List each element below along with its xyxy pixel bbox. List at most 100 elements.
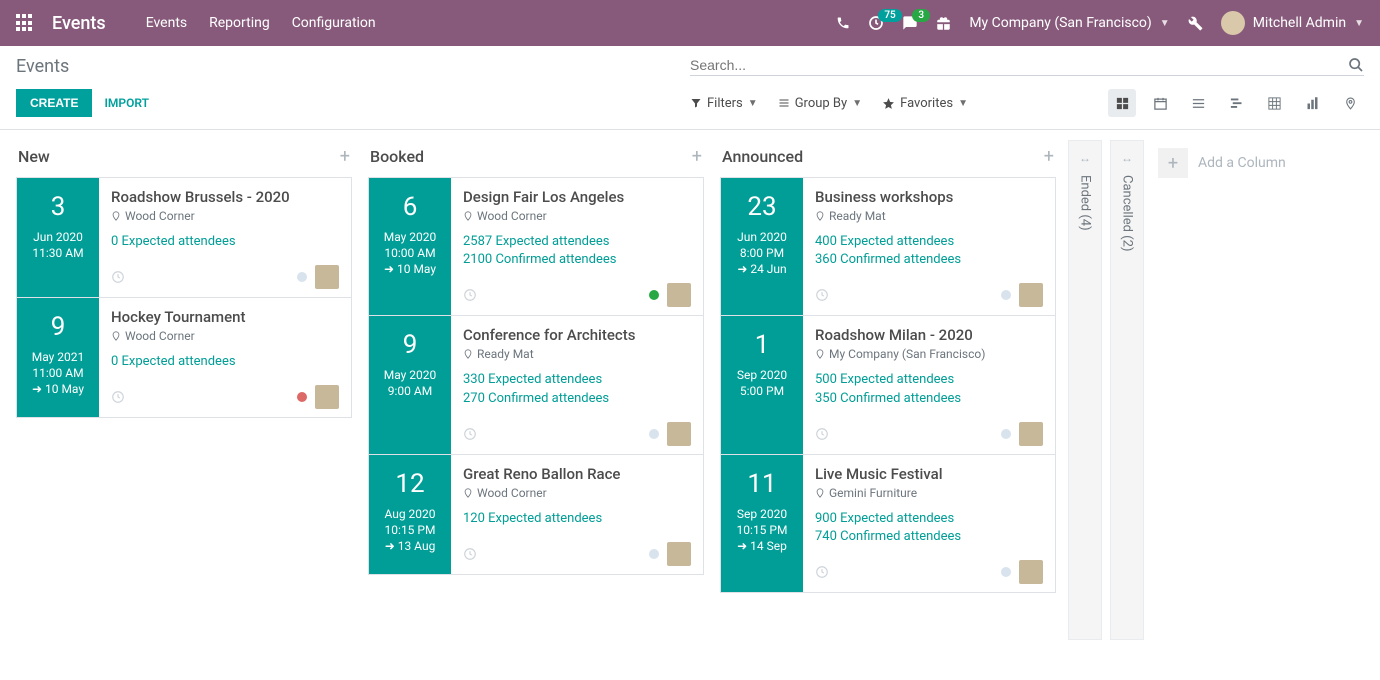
card-attendees: 400 Expected attendees360 Confirmed atte… xyxy=(815,233,1043,269)
activity-icon[interactable]: 75 xyxy=(868,15,884,31)
debug-icon[interactable] xyxy=(1188,16,1203,31)
menu-configuration[interactable]: Configuration xyxy=(292,15,376,31)
activity-clock-icon[interactable] xyxy=(463,427,477,441)
kanban-folded-column[interactable]: ↔ Ended (4) xyxy=(1068,140,1102,640)
search-bar[interactable] xyxy=(690,57,1364,76)
search-input[interactable] xyxy=(690,57,1348,73)
assignee-avatar[interactable] xyxy=(1019,560,1043,584)
column-quick-create-icon[interactable]: + xyxy=(1044,146,1054,167)
card-time: 9:00 AM xyxy=(388,384,432,398)
kanban-card[interactable]: 23 Jun 2020 8:00 PM ➜ 24 Jun Business wo… xyxy=(720,177,1056,316)
card-month: May 2021 xyxy=(32,350,85,364)
card-time: 10:15 PM xyxy=(385,523,436,537)
view-gantt-icon[interactable] xyxy=(1222,89,1250,117)
activity-clock-icon[interactable] xyxy=(111,390,125,404)
top-menu: Events Reporting Configuration xyxy=(146,15,376,31)
assignee-avatar[interactable] xyxy=(667,283,691,307)
kanban-card[interactable]: 12 Aug 2020 10:15 PM ➜ 13 Aug Great Reno… xyxy=(368,454,704,575)
assignee-avatar[interactable] xyxy=(667,542,691,566)
card-title: Hockey Tournament xyxy=(111,308,339,326)
view-graph-icon[interactable] xyxy=(1298,89,1326,117)
view-pivot-icon[interactable] xyxy=(1260,89,1288,117)
column-quick-create-icon[interactable]: + xyxy=(340,146,350,167)
card-attendees: 0 Expected attendees xyxy=(111,353,339,371)
card-time: 11:30 AM xyxy=(32,246,83,260)
card-title: Conference for Architects xyxy=(463,326,691,344)
activity-clock-icon[interactable] xyxy=(815,565,829,579)
card-title: Roadshow Milan - 2020 xyxy=(815,326,1043,344)
priority-dot[interactable] xyxy=(297,392,307,402)
activity-clock-icon[interactable] xyxy=(463,288,477,302)
kanban-card[interactable]: 6 May 2020 10:00 AM ➜ 10 May Design Fair… xyxy=(368,177,704,316)
card-title: Design Fair Los Angeles xyxy=(463,188,691,206)
card-time: 8:00 PM xyxy=(740,246,784,260)
phone-icon[interactable] xyxy=(836,16,850,30)
card-day: 6 xyxy=(403,192,418,222)
menu-reporting[interactable]: Reporting xyxy=(209,15,270,31)
activity-clock-icon[interactable] xyxy=(815,288,829,302)
card-date-block: 23 Jun 2020 8:00 PM ➜ 24 Jun xyxy=(721,178,803,315)
control-panel: Events CREATE IMPORT Filters ▼ Group By … xyxy=(0,46,1380,130)
apps-icon[interactable] xyxy=(16,14,34,32)
card-location: Wood Corner xyxy=(111,329,339,343)
card-attendees: 330 Expected attendees270 Confirmed atte… xyxy=(463,371,691,407)
column-title: Announced xyxy=(722,147,803,166)
view-switcher xyxy=(1108,89,1364,117)
card-attendees: 0 Expected attendees xyxy=(111,233,339,251)
favorites-button[interactable]: Favorites ▼ xyxy=(882,96,968,111)
user-menu[interactable]: Mitchell Admin ▼ xyxy=(1221,11,1364,35)
plus-icon: + xyxy=(1158,148,1188,178)
view-list-icon[interactable] xyxy=(1184,89,1212,117)
kanban-card[interactable]: 3 Jun 2020 11:30 AM Roadshow Brussels - … xyxy=(16,177,352,298)
activity-clock-icon[interactable] xyxy=(111,270,125,284)
priority-dot[interactable] xyxy=(1001,290,1011,300)
card-time: 10:15 PM xyxy=(737,523,788,537)
priority-dot[interactable] xyxy=(649,290,659,300)
folded-column-title: Cancelled (2) xyxy=(1120,175,1135,251)
menu-events[interactable]: Events xyxy=(146,15,187,31)
column-quick-create-icon[interactable]: + xyxy=(692,146,702,167)
company-switcher[interactable]: My Company (San Francisco) ▼ xyxy=(969,15,1169,31)
chevron-down-icon: ▼ xyxy=(748,98,758,109)
view-calendar-icon[interactable] xyxy=(1146,89,1174,117)
company-name: My Company (San Francisco) xyxy=(969,15,1151,31)
app-brand[interactable]: Events xyxy=(52,13,106,34)
priority-dot[interactable] xyxy=(1001,429,1011,439)
priority-dot[interactable] xyxy=(649,429,659,439)
assignee-avatar[interactable] xyxy=(315,385,339,409)
card-location: Ready Mat xyxy=(815,209,1043,223)
card-date-block: 9 May 2020 9:00 AM xyxy=(369,316,451,453)
assignee-avatar[interactable] xyxy=(667,422,691,446)
card-location: Ready Mat xyxy=(463,347,691,361)
messaging-icon[interactable]: 3 xyxy=(902,15,918,31)
filters-button[interactable]: Filters ▼ xyxy=(690,96,758,111)
card-month: May 2020 xyxy=(384,230,437,244)
priority-dot[interactable] xyxy=(649,549,659,559)
kanban-folded-column[interactable]: ↔ Cancelled (2) xyxy=(1110,140,1144,640)
import-button[interactable]: IMPORT xyxy=(104,96,149,110)
card-month: Sep 2020 xyxy=(737,507,787,521)
assignee-avatar[interactable] xyxy=(1019,422,1043,446)
assignee-avatar[interactable] xyxy=(1019,283,1043,307)
kanban-card[interactable]: 9 May 2021 11:00 AM ➜ 10 May Hockey Tour… xyxy=(16,297,352,418)
search-icon[interactable] xyxy=(1348,57,1364,73)
kanban-card[interactable]: 1 Sep 2020 5:00 PM Roadshow Milan - 2020… xyxy=(720,315,1056,454)
groupby-button[interactable]: Group By ▼ xyxy=(778,96,862,111)
activity-clock-icon[interactable] xyxy=(463,547,477,561)
unfold-icon: ↔ xyxy=(1079,151,1091,165)
gift-icon[interactable] xyxy=(936,16,951,31)
card-day: 3 xyxy=(51,192,66,222)
view-kanban-icon[interactable] xyxy=(1108,89,1136,117)
assignee-avatar[interactable] xyxy=(315,265,339,289)
kanban-card[interactable]: 9 May 2020 9:00 AM Conference for Archit… xyxy=(368,315,704,454)
activity-clock-icon[interactable] xyxy=(815,427,829,441)
card-month: Sep 2020 xyxy=(737,368,787,382)
kanban-card[interactable]: 11 Sep 2020 10:15 PM ➜ 14 Sep Live Music… xyxy=(720,454,1056,593)
priority-dot[interactable] xyxy=(1001,567,1011,577)
add-column[interactable]: + Add a Column xyxy=(1148,140,1348,186)
create-button[interactable]: CREATE xyxy=(16,89,92,117)
view-map-icon[interactable] xyxy=(1336,89,1364,117)
card-attendees: 2587 Expected attendees2100 Confirmed at… xyxy=(463,233,691,269)
priority-dot[interactable] xyxy=(297,272,307,282)
card-day: 9 xyxy=(51,312,66,342)
